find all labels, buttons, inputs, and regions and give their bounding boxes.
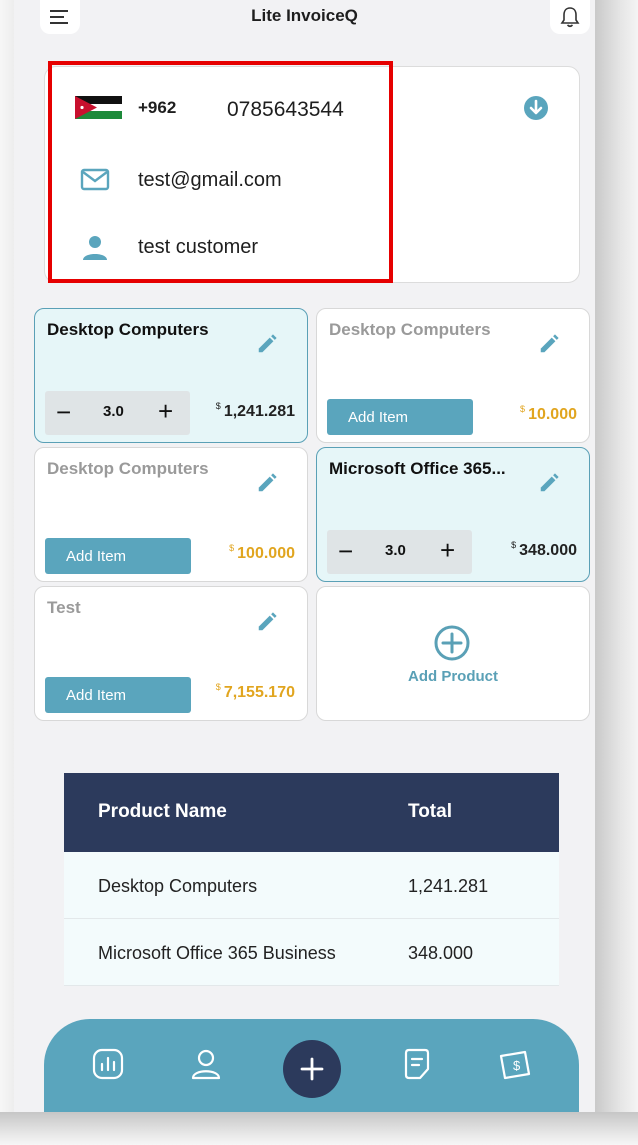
decrease-button[interactable]: − <box>56 397 71 428</box>
column-header-total: Total <box>408 801 452 822</box>
add-product-card[interactable]: Add Product <box>316 586 590 721</box>
create-invoice-button[interactable] <box>283 1040 341 1098</box>
product-card[interactable]: Test Add Item $7,155.170 <box>34 586 308 721</box>
edit-icon[interactable] <box>256 611 278 633</box>
add-product-label: Add Product <box>408 668 498 685</box>
increase-button[interactable]: + <box>440 535 455 566</box>
customer-icon[interactable] <box>189 1047 223 1081</box>
table-row[interactable]: Microsoft Office 365 Business 348.000 <box>64 919 559 986</box>
customer-name: test customer <box>138 236 259 258</box>
edit-icon[interactable] <box>538 333 560 355</box>
add-item-button[interactable]: Add Item <box>327 399 473 435</box>
top-bar: Lite InvoiceQ <box>14 0 595 36</box>
quantity-value: 3.0 <box>385 542 406 559</box>
bell-icon <box>560 7 580 28</box>
column-header-product: Product Name <box>98 801 227 822</box>
increase-button[interactable]: + <box>158 396 173 427</box>
svg-text:$: $ <box>513 1058 521 1073</box>
table-row[interactable]: Desktop Computers 1,241.281 <box>64 852 559 919</box>
add-icon <box>300 1057 324 1081</box>
product-price: $100.000 <box>229 543 295 562</box>
phone-number: 0785643544 <box>227 98 344 121</box>
add-circle-icon <box>434 625 470 661</box>
mail-icon <box>80 168 110 191</box>
edit-icon[interactable] <box>256 333 278 355</box>
notifications-button[interactable] <box>550 0 590 34</box>
app-title: Lite InvoiceQ <box>251 6 358 25</box>
product-name: Desktop Computers <box>47 459 209 478</box>
quantity-stepper: − 3.0 + <box>45 391 190 435</box>
device-frame-left <box>0 0 14 1145</box>
cell-product-name: Desktop Computers <box>98 876 258 896</box>
product-card[interactable]: Desktop Computers Add Item $100.000 <box>34 447 308 582</box>
cell-total: 348.000 <box>408 943 474 963</box>
product-card[interactable]: Microsoft Office 365... − 3.0 + $348.000 <box>316 447 590 582</box>
app-screen: Lite InvoiceQ +962 0785643544 test@gmail… <box>14 0 595 1112</box>
reports-icon[interactable] <box>91 1047 125 1081</box>
payment-icon[interactable]: $ <box>498 1047 532 1081</box>
edit-icon[interactable] <box>256 472 278 494</box>
jordan-flag-icon <box>75 96 122 119</box>
invoice-icon[interactable] <box>400 1047 434 1081</box>
product-price: $348.000 <box>511 540 577 559</box>
cell-product-name: Microsoft Office 365 Business <box>98 943 336 963</box>
quantity-stepper: − 3.0 + <box>327 530 472 574</box>
device-frame-right <box>595 0 638 1145</box>
product-price: $7,155.170 <box>215 682 295 701</box>
invoice-items-table: Product Name Total Desktop Computers 1,2… <box>64 773 559 986</box>
product-name: Desktop Computers <box>329 320 491 339</box>
product-name: Test <box>47 598 81 617</box>
add-item-button[interactable]: Add Item <box>45 538 191 574</box>
download-icon[interactable] <box>523 95 549 121</box>
country-code: +962 <box>138 98 177 117</box>
quantity-value: 3.0 <box>103 403 124 420</box>
product-name: Microsoft Office 365... <box>329 459 506 478</box>
product-price: $1,241.281 <box>215 401 295 420</box>
person-icon <box>83 236 107 260</box>
product-card[interactable]: Desktop Computers − 3.0 + $1,241.281 <box>34 308 308 443</box>
product-price: $10.000 <box>520 404 577 423</box>
add-item-button[interactable]: Add Item <box>45 677 191 713</box>
customer-email: test@gmail.com <box>138 169 282 191</box>
cell-total: 1,241.281 <box>408 876 489 896</box>
edit-icon[interactable] <box>538 472 560 494</box>
table-header: Product Name Total <box>64 773 559 852</box>
device-frame-bottom <box>0 1112 638 1145</box>
product-card[interactable]: Desktop Computers Add Item $10.000 <box>316 308 590 443</box>
decrease-button[interactable]: − <box>338 536 353 567</box>
product-name: Desktop Computers <box>47 320 209 339</box>
